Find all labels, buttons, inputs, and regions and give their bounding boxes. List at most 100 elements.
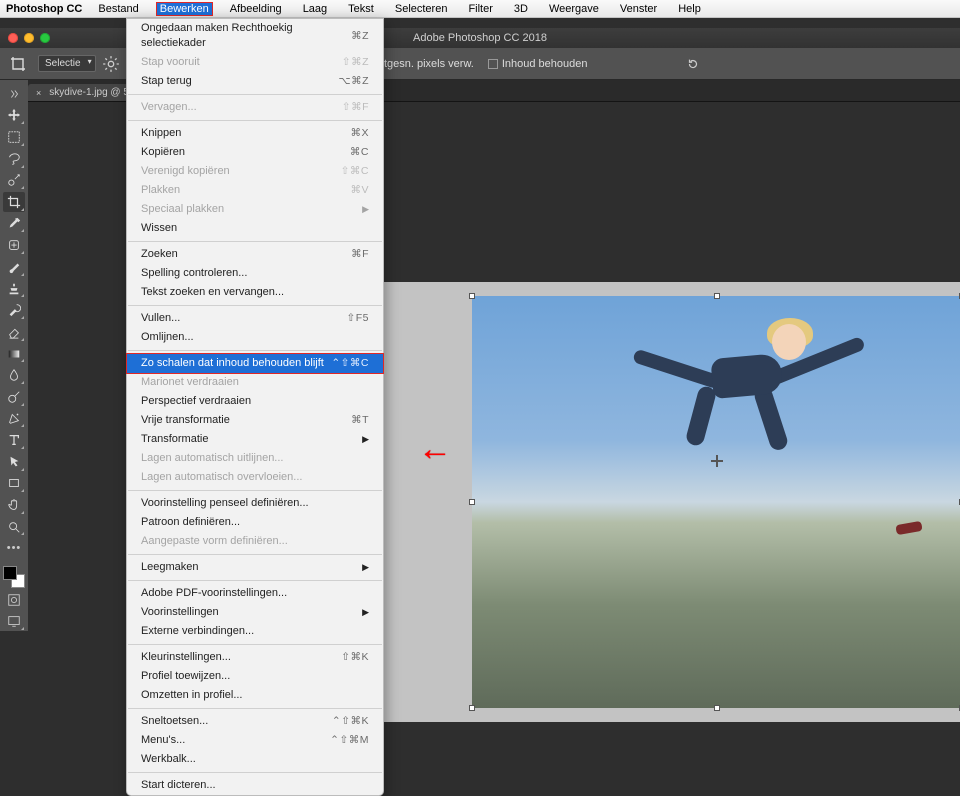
reset-crop-button[interactable] — [682, 54, 704, 74]
edit-toolbar-button[interactable]: ••• — [3, 538, 25, 558]
menubar-item-laag[interactable]: Laag — [299, 2, 331, 16]
menu-shortcut: ⌘X — [350, 126, 369, 141]
menu-item-label: Ongedaan maken Rechthoekig selectiekader — [141, 21, 351, 51]
menu-item-vrije-transformatie[interactable]: Vrije transformatie⌘T — [127, 411, 383, 430]
transform-handle[interactable] — [469, 705, 475, 711]
menu-item-label: Vrije transformatie — [141, 413, 230, 428]
foreground-background-colors[interactable] — [3, 566, 25, 588]
menu-separator — [128, 350, 382, 351]
clone-stamp-tool[interactable] — [3, 279, 25, 299]
menu-item-werkbalk[interactable]: Werkbalk... — [127, 750, 383, 769]
menubar-item-weergave[interactable]: Weergave — [545, 2, 603, 16]
content-aware-checkbox[interactable]: Inhoud behouden — [488, 58, 588, 70]
zoom-tool[interactable] — [3, 517, 25, 537]
menu-item-label: Lagen automatisch uitlijnen... — [141, 451, 283, 466]
menubar-item-3d[interactable]: 3D — [510, 2, 532, 16]
options-gear-icon[interactable] — [102, 55, 120, 73]
rectangle-shape-tool[interactable] — [3, 474, 25, 494]
menu-item-voorinstellingen[interactable]: Voorinstellingen ▶ — [127, 603, 383, 622]
menu-shortcut: ⌥⌘Z — [338, 74, 369, 89]
menu-item-patroon-defini-ren[interactable]: Patroon definiëren... — [127, 513, 383, 532]
menu-item-label: Profiel toewijzen... — [141, 669, 230, 684]
menubar-item-bewerken[interactable]: Bewerken — [156, 2, 213, 16]
menu-item-kopi-ren[interactable]: Kopiëren⌘C — [127, 143, 383, 162]
menu-item-label: Voorinstellingen — [141, 605, 219, 620]
type-tool[interactable] — [3, 430, 25, 450]
menubar-item-venster[interactable]: Venster — [616, 2, 661, 16]
menu-item-leegmaken[interactable]: Leegmaken▶ — [127, 558, 383, 577]
history-brush-tool[interactable] — [3, 300, 25, 320]
menu-item-transformatie[interactable]: Transformatie ▶ — [127, 430, 383, 449]
menu-item-label: Zo schalen dat inhoud behouden blijft — [141, 356, 324, 371]
menubar-item-selecteren[interactable]: Selecteren — [391, 2, 452, 16]
menu-item-externe-verbindingen[interactable]: Externe verbindingen... — [127, 622, 383, 641]
menu-separator — [128, 305, 382, 306]
menubar-item-bestand[interactable]: Bestand — [94, 2, 142, 16]
menu-item-stap-terug[interactable]: Stap terug⌥⌘Z — [127, 72, 383, 91]
menu-item-omlijnen[interactable]: Omlijnen... — [127, 328, 383, 347]
menubar-item-tekst[interactable]: Tekst — [344, 2, 378, 16]
menu-item-sneltoetsen[interactable]: Sneltoetsen...⌃⇧⌘K — [127, 712, 383, 731]
path-select-tool[interactable] — [3, 452, 25, 472]
image[interactable] — [472, 296, 960, 708]
transform-handle[interactable] — [714, 293, 720, 299]
pen-tool[interactable] — [3, 409, 25, 429]
menu-item-vullen[interactable]: Vullen...⇧F5 — [127, 309, 383, 328]
quick-select-tool[interactable] — [3, 171, 25, 191]
submenu-caret-icon: ▶ — [362, 605, 369, 620]
menubar-item-afbeelding[interactable]: Afbeelding — [226, 2, 286, 16]
eyedropper-tool[interactable] — [3, 214, 25, 234]
transform-handle[interactable] — [714, 705, 720, 711]
menu-item-start-dicteren[interactable]: Start dicteren... — [127, 776, 383, 795]
menu-item-label: Transformatie — [141, 432, 208, 447]
menu-item-label: Marionet verdraaien — [141, 375, 239, 390]
screen-mode-button[interactable] — [3, 611, 25, 631]
crop-tool[interactable] — [3, 192, 25, 212]
menubar-item-filter[interactable]: Filter — [464, 2, 496, 16]
transform-handle[interactable] — [469, 499, 475, 505]
hand-tool[interactable] — [3, 495, 25, 515]
menu-item-zoeken[interactable]: Zoeken⌘F — [127, 245, 383, 264]
submenu-caret-icon: ▶ — [362, 432, 369, 447]
quick-mask-toggle[interactable] — [3, 590, 25, 610]
tools-collapse-toggle[interactable] — [3, 84, 25, 104]
transform-center-icon[interactable] — [711, 455, 723, 467]
menu-shortcut: ⇧⌘C — [341, 164, 369, 179]
menu-item-zo-schalen-dat-inhoud-behouden-blijft[interactable]: Zo schalen dat inhoud behouden blijft⌃⇧⌘… — [127, 354, 383, 373]
menu-item-ongedaan-maken-rechthoekig-selectiekader[interactable]: Ongedaan maken Rechthoekig selectiekader… — [127, 19, 383, 53]
menu-item-profiel-toewijzen[interactable]: Profiel toewijzen... — [127, 667, 383, 686]
menu-separator — [128, 241, 382, 242]
menu-shortcut: ⌘C — [350, 145, 369, 160]
menu-item-perspectief-verdraaien[interactable]: Perspectief verdraaien — [127, 392, 383, 411]
menubar-item-help[interactable]: Help — [674, 2, 705, 16]
move-tool[interactable] — [3, 106, 25, 126]
menu-item-voorinstelling-penseel-defini-ren[interactable]: Voorinstelling penseel definiëren... — [127, 494, 383, 513]
eraser-tool[interactable] — [3, 322, 25, 342]
menu-item-label: Zoeken — [141, 247, 178, 262]
menu-item-omzetten-in-profiel[interactable]: Omzetten in profiel... — [127, 686, 383, 705]
brush-tool[interactable] — [3, 257, 25, 277]
menu-item-menu-s[interactable]: Menu's...⌃⇧⌘M — [127, 731, 383, 750]
close-tab-icon[interactable]: × — [36, 88, 41, 98]
transform-handle[interactable] — [469, 293, 475, 299]
crop-preset-select[interactable]: Selectie — [38, 55, 96, 72]
menu-item-label: Spelling controleren... — [141, 266, 247, 281]
menu-item-knippen[interactable]: Knippen⌘X — [127, 124, 383, 143]
menu-item-tekst-zoeken-en-vervangen[interactable]: Tekst zoeken en vervangen... — [127, 283, 383, 302]
menu-item-wissen[interactable]: Wissen — [127, 219, 383, 238]
menu-shortcut: ⌃⇧⌘K — [332, 714, 369, 729]
blur-tool[interactable] — [3, 365, 25, 385]
menu-item-spelling-controleren[interactable]: Spelling controleren... — [127, 264, 383, 283]
menu-item-kleurinstellingen[interactable]: Kleurinstellingen...⇧⌘K — [127, 648, 383, 667]
menu-item-label: Verenigd kopiëren — [141, 164, 230, 179]
rect-marquee-tool[interactable] — [3, 127, 25, 147]
menu-item-speciaal-plakken: Speciaal plakken▶ — [127, 200, 383, 219]
check-label: Uitgesn. pixels verw. — [374, 58, 474, 70]
dodge-tool[interactable] — [3, 387, 25, 407]
healing-brush-tool[interactable] — [3, 235, 25, 255]
gradient-tool[interactable] — [3, 344, 25, 364]
lasso-tool[interactable] — [3, 149, 25, 169]
menu-shortcut: ⇧⌘K — [341, 650, 369, 665]
menu-separator — [128, 708, 382, 709]
menu-item-adobe-pdf-voorinstellingen[interactable]: Adobe PDF-voorinstellingen... — [127, 584, 383, 603]
